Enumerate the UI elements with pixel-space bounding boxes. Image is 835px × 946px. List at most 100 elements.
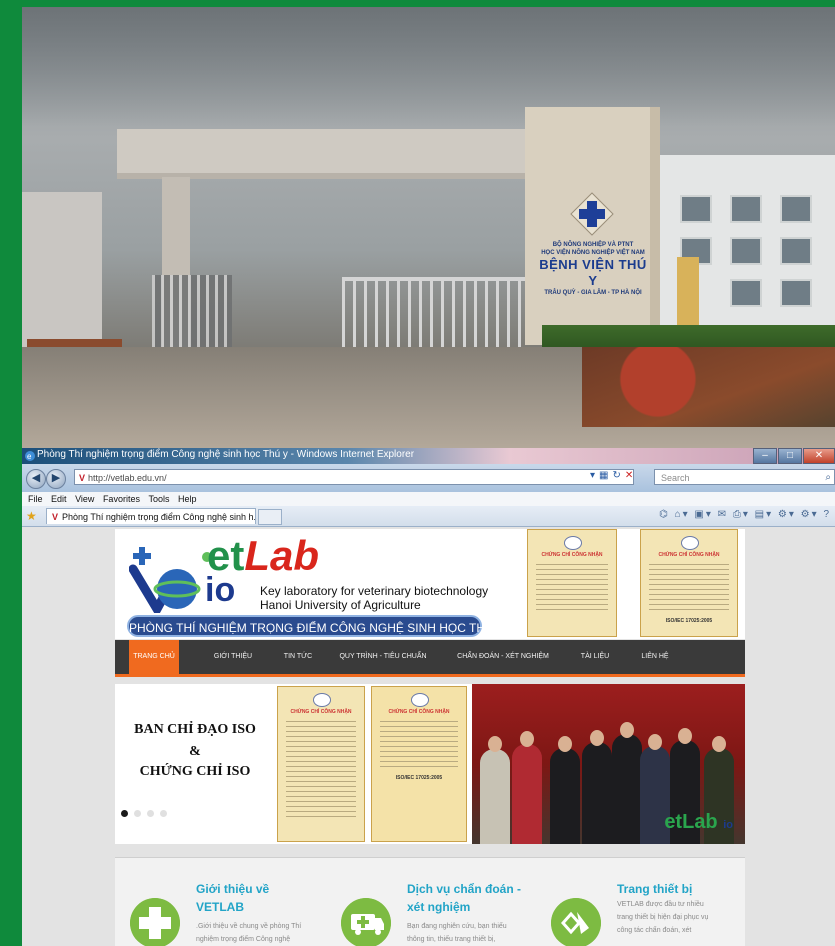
gate-arch <box>117 129 562 179</box>
menu-bar: File Edit View Favorites Tools Help <box>22 492 835 506</box>
certificate-seal-icon <box>313 693 331 707</box>
slider-dot[interactable] <box>134 810 141 817</box>
slide-certificate-2: CHỨNG CHỈ CÔNG NHẬN ISO/IEC 17025:2005 <box>371 686 467 842</box>
ie-logo-icon: e <box>25 451 35 461</box>
person-head <box>620 722 634 738</box>
nav-documents[interactable]: TÀI LIỆU <box>570 640 620 674</box>
feature-desc-line-1: .Giới thiệu về chung về phòng Thí <box>196 923 302 930</box>
feature-desc-line-2: thông tin, thiếu trang thiết bị, <box>407 936 496 943</box>
slide-certificate-1-title: CHỨNG CHỈ CÔNG NHẬN <box>290 709 352 715</box>
slider-dot[interactable] <box>160 810 167 817</box>
print-icon[interactable]: ⎙▾ <box>733 509 750 520</box>
tools-icon[interactable]: ⚙▾ <box>801 509 819 520</box>
certificate-text-lines <box>286 721 356 821</box>
slide-certificate-2-title: CHỨNG CHỈ CÔNG NHẬN <box>388 709 450 715</box>
photo-logo: etLab io <box>664 811 733 834</box>
nav-diagnosis[interactable]: CHẨN ĐOÁN - XÉT NGHIỆM <box>448 640 558 674</box>
feature-title[interactable]: Trang thiết bị <box>617 880 747 898</box>
dropdown-icon[interactable]: ▾ <box>590 470 599 481</box>
main-nav: TRANG CHỦ GIỚI THIỆU TIN TỨC QUY TRÌNH -… <box>115 640 745 677</box>
certificate-2: CHỨNG CHỈ CÔNG NHẬN ISO/IEC 17025:2005 <box>640 529 738 637</box>
tagline-line-2: Hanoi University of Agriculture <box>260 598 421 612</box>
feature-row: Giới thiệu về VETLAB .Giới thiệu về chun… <box>115 857 745 946</box>
person <box>512 744 542 844</box>
logo-tagline: Key laboratory for veterinary biotechnol… <box>260 584 488 612</box>
command-bar: ⌬ ⌂▾ ▣▾ ✉ ⎙▾ ▤▾ ⚙▾ ⚙▾ ? <box>659 509 831 520</box>
photo-logo-io: io <box>723 819 733 831</box>
photo-logo-text: etLab <box>664 811 718 833</box>
rss-icon[interactable]: ⌬ <box>659 509 670 520</box>
new-tab-button[interactable] <box>258 509 282 525</box>
fence <box>342 277 527 351</box>
left-building <box>22 192 102 352</box>
refresh-icon[interactable]: ↻ <box>612 470 624 481</box>
tab-active[interactable]: V Phòng Thí nghiệm trọng điểm Công nghệ s… <box>46 508 256 524</box>
search-field[interactable]: Search ⌕ <box>654 469 835 485</box>
compat-icon[interactable]: ▦ <box>599 470 612 481</box>
sign-line-3: BỆNH VIỆN THÚ Y <box>539 257 647 289</box>
mail-icon[interactable]: ✉ <box>718 509 728 520</box>
minimize-button[interactable]: – <box>753 448 777 464</box>
page-icon[interactable]: ▤▾ <box>755 509 773 520</box>
nav-contact[interactable]: LIÊN HỆ <box>630 640 680 674</box>
feature-title[interactable]: Dịch vụ chẩn đoán - xét nghiệm <box>407 880 547 916</box>
nav-about[interactable]: GIỚI THIỆU <box>203 640 263 674</box>
site-favicon: V <box>79 473 86 483</box>
feature-title-line-1: Giới thiệu về <box>196 882 270 896</box>
back-button[interactable]: ◀ <box>26 469 46 489</box>
home-icon[interactable]: ⌂▾ <box>675 509 690 520</box>
menu-help[interactable]: Help <box>178 492 197 506</box>
window <box>730 237 762 265</box>
feature-title[interactable]: Giới thiệu về VETLAB <box>196 880 326 916</box>
plus-icon <box>130 898 180 946</box>
person-head <box>558 736 572 752</box>
web-page: etLab io Key laboratory for veterinary b… <box>22 527 835 946</box>
certificate-text-lines <box>649 564 729 614</box>
window <box>680 195 712 223</box>
menu-tools[interactable]: Tools <box>148 492 169 506</box>
menu-file[interactable]: File <box>28 492 43 506</box>
person <box>480 749 510 844</box>
search-icon[interactable]: ⌕ <box>825 470 831 486</box>
certificate-2-title: CHỨNG CHỈ CÔNG NHẬN <box>658 552 720 558</box>
slider-dot[interactable] <box>147 810 154 817</box>
feeds-icon[interactable]: ▣▾ <box>694 509 712 520</box>
address-tools: ▾▦↻✕ <box>590 470 637 481</box>
lab-name-ribbon: PHÒNG THÍ NGHIỆM TRỌNG ĐIỂM CÔNG NGHỆ SI… <box>127 615 505 637</box>
menu-favorites[interactable]: Favorites <box>103 492 140 506</box>
window <box>780 279 812 307</box>
certificate-seal-icon <box>411 693 429 707</box>
certificate-seal-icon <box>564 536 582 550</box>
safety-icon[interactable]: ⚙▾ <box>778 509 796 520</box>
menu-edit[interactable]: Edit <box>51 492 67 506</box>
nav-news[interactable]: TIN TỨC <box>273 640 323 674</box>
favorites-star-icon[interactable]: ★ <box>26 509 37 523</box>
person <box>582 742 612 844</box>
slider-dots <box>121 810 173 817</box>
help-icon[interactable]: ? <box>823 509 831 520</box>
stop-icon[interactable]: ✕ <box>625 470 637 481</box>
address-field[interactable]: Vhttp://vetlab.edu.vn/ <box>74 469 634 485</box>
forward-button[interactable]: ▶ <box>46 469 66 489</box>
ambulance-icon <box>341 898 391 946</box>
tab-bar: ★ V Phòng Thí nghiệm trọng điểm Công nghệ… <box>22 506 835 527</box>
sign-line-2: HỌC VIỆN NÔNG NGHIỆP VIỆT NAM <box>541 249 645 256</box>
slider-dot[interactable] <box>121 810 128 817</box>
address-toolbar: ◀ ▶ Vhttp://vetlab.edu.vn/ ▾▦↻✕ Search ⌕ <box>22 464 835 492</box>
gate-photo: BỘ NÔNG NGHIỆP VÀ PTNT HỌC VIỆN NÔNG NGH… <box>22 7 835 448</box>
nav-home[interactable]: TRANG CHỦ <box>129 640 179 674</box>
svg-text:e: e <box>27 452 32 461</box>
menu-view[interactable]: View <box>75 492 94 506</box>
hospital-sign: BỘ NÔNG NGHIỆP VÀ PTNT HỌC VIỆN NÔNG NGH… <box>534 242 652 297</box>
feature-title-line-1: Dịch vụ chẩn đoán - <box>407 882 522 896</box>
maximize-button[interactable]: □ <box>778 448 802 464</box>
certificate-1: CHỨNG CHỈ CÔNG NHẬN <box>527 529 617 637</box>
window-controls: – □ ✕ <box>752 448 835 464</box>
close-button[interactable]: ✕ <box>803 448 835 464</box>
person-head <box>648 734 662 750</box>
site-header: etLab io Key laboratory for veterinary b… <box>115 529 745 639</box>
feature-desc: Bạn đang nghiên cứu, bạn thiếu thông tin… <box>407 920 547 946</box>
nav-procedures[interactable]: QUY TRÌNH - TIÊU CHUẨN <box>333 640 433 674</box>
person <box>550 748 580 844</box>
person-head <box>590 730 604 746</box>
